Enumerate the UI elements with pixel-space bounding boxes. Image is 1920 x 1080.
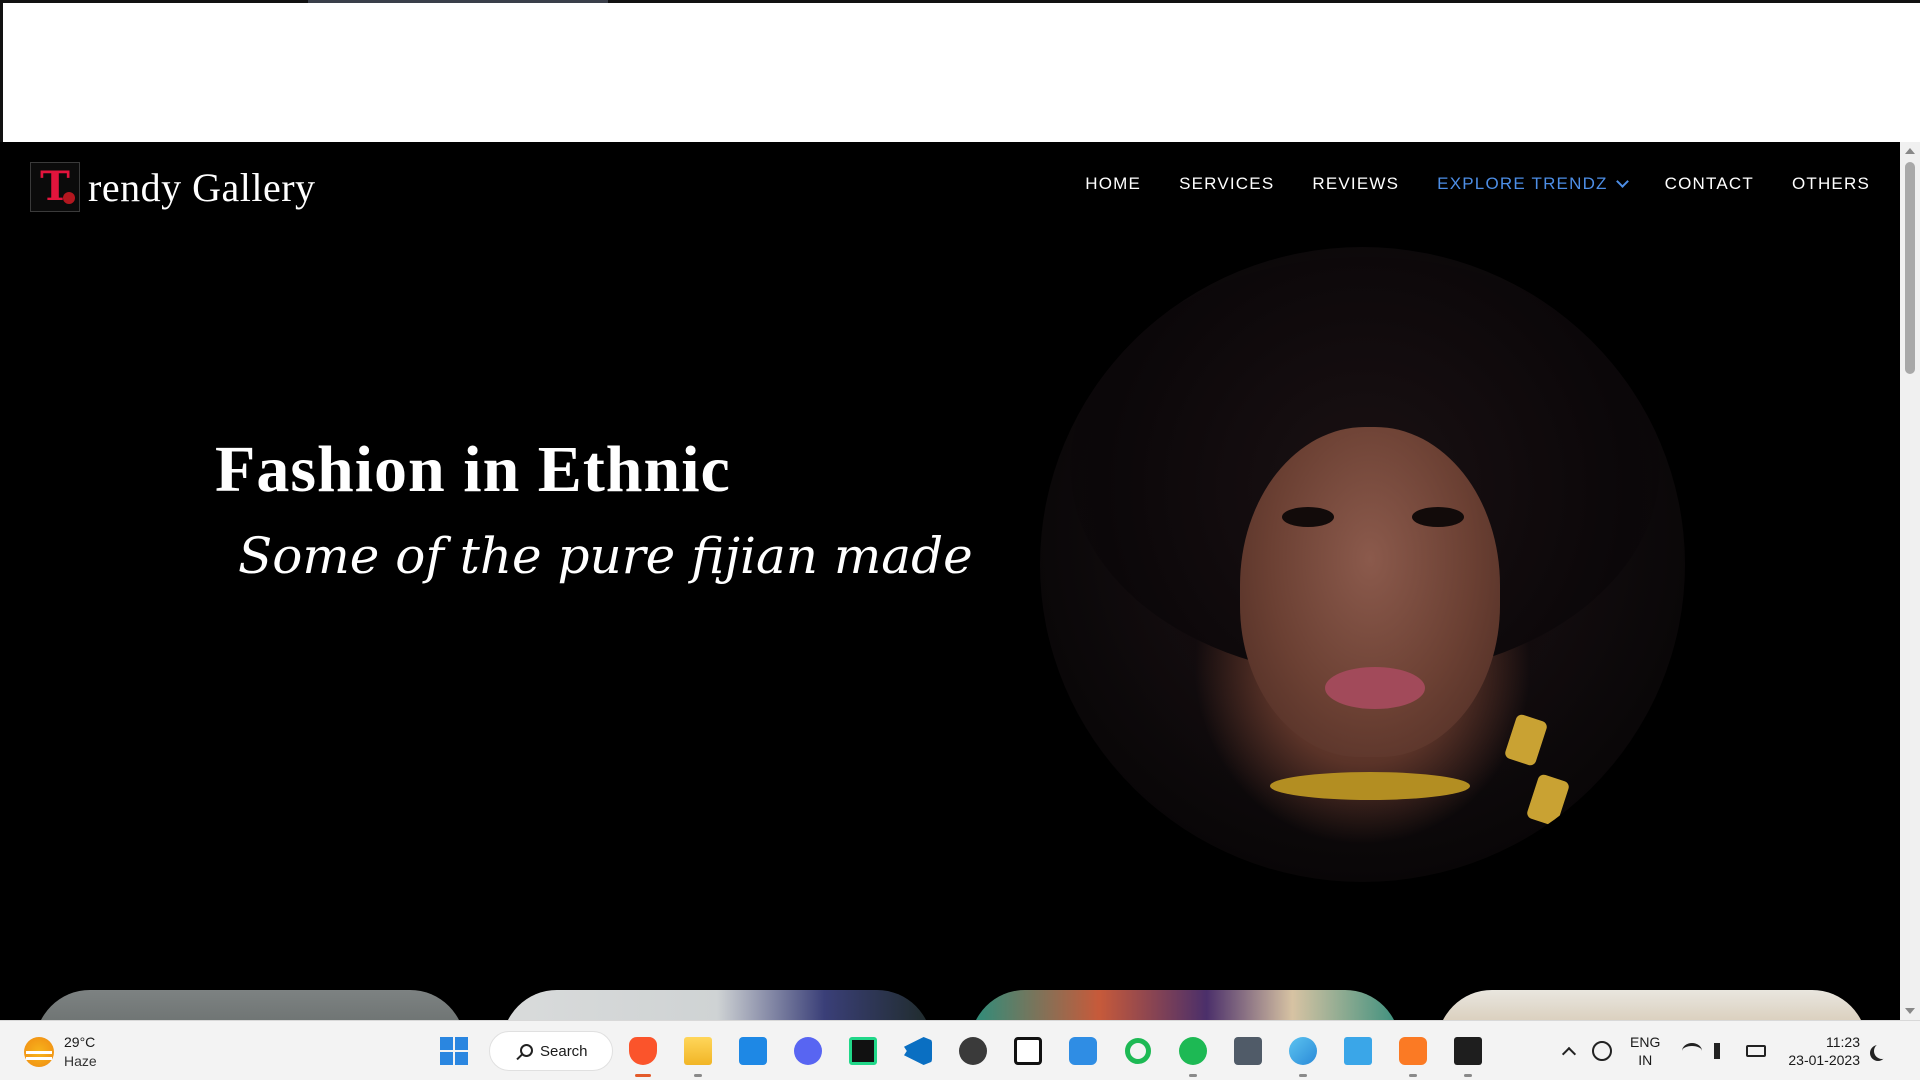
- discord-app[interactable]: [788, 1031, 828, 1071]
- xampp-app[interactable]: [1393, 1031, 1433, 1077]
- portrait-ring: [1503, 713, 1549, 767]
- logo-mark-icon: T: [30, 162, 80, 212]
- main-navigation: HOME SERVICES REVIEWS EXPLORE TRENDZ CON…: [1047, 174, 1870, 194]
- weather-widget[interactable]: 29°C Haze: [24, 1033, 97, 1071]
- nav-explore-trendz-label: EXPLORE TRENDZ: [1437, 174, 1608, 193]
- language-region: IN: [1638, 1052, 1653, 1068]
- terminal-icon: [1454, 1037, 1482, 1065]
- scroll-down-arrow-icon[interactable]: [1905, 1008, 1915, 1014]
- pycharm-icon: [849, 1037, 877, 1065]
- chevron-down-icon: [1615, 175, 1629, 188]
- app-icon: [1069, 1037, 1097, 1065]
- website-viewport: T rendy Gallery HOME SERVICES REVIEWS EX…: [0, 142, 1900, 1020]
- system-tray: ENG IN 11:23 23-01-2023: [1561, 1031, 1890, 1071]
- language-indicator[interactable]: ENG IN: [1630, 1033, 1660, 1069]
- nav-contact[interactable]: CONTACT: [1665, 174, 1754, 194]
- mail-app[interactable]: [733, 1031, 773, 1071]
- haze-weather-icon: [24, 1037, 54, 1067]
- vscode-icon: [904, 1037, 932, 1065]
- brave-browser-app[interactable]: [623, 1031, 663, 1077]
- scroll-up-arrow-icon[interactable]: [1905, 148, 1915, 154]
- wifi-icon[interactable]: [1682, 1043, 1703, 1059]
- nav-reviews[interactable]: REVIEWS: [1312, 174, 1399, 194]
- show-hidden-icons-chevron-icon[interactable]: [1561, 1046, 1577, 1062]
- focus-moon-icon[interactable]: [1874, 1043, 1890, 1059]
- weather-condition: Haze: [64, 1053, 97, 1069]
- portrait-lips: [1325, 667, 1425, 709]
- obs-app[interactable]: [953, 1031, 993, 1071]
- green-ring-app[interactable]: [1118, 1031, 1158, 1071]
- notepad-icon: [1344, 1037, 1372, 1065]
- nav-explore-trendz[interactable]: EXPLORE TRENDZ: [1437, 174, 1629, 194]
- hero-portrait-image: [1040, 247, 1685, 882]
- battery-icon[interactable]: [1746, 1045, 1767, 1057]
- volume-icon[interactable]: [1714, 1043, 1734, 1059]
- spotify-icon: [1179, 1037, 1207, 1065]
- nav-others[interactable]: OTHERS: [1792, 174, 1870, 194]
- logo-dot: [63, 192, 75, 204]
- logo-text: rendy Gallery: [88, 164, 316, 210]
- weather-temperature: 29°C: [64, 1034, 96, 1050]
- paint-icon: [1289, 1037, 1317, 1065]
- spotify-app[interactable]: [1173, 1031, 1213, 1077]
- sync-icon[interactable]: [1592, 1041, 1613, 1061]
- gallery-card-image[interactable]: [502, 990, 932, 1020]
- terminal-app[interactable]: [1448, 1031, 1488, 1077]
- browser-tab-indicator: [308, 0, 608, 3]
- clock[interactable]: 11:23 23-01-2023: [1788, 1033, 1860, 1069]
- taskbar-apps: Search: [434, 1031, 1503, 1077]
- notion-app[interactable]: [1008, 1031, 1048, 1071]
- calculator-icon: [1234, 1037, 1262, 1065]
- windows-taskbar: 29°C Haze Search ENG IN 11:23 23-01-2023: [0, 1020, 1920, 1080]
- portrait-eye-left: [1282, 507, 1334, 527]
- portrait-eye-right: [1412, 507, 1464, 527]
- paint-app[interactable]: [1283, 1031, 1323, 1077]
- calculator-app[interactable]: [1228, 1031, 1268, 1071]
- folder-icon: [684, 1037, 712, 1065]
- hero-subtitle: Some of the pure fijian made: [238, 527, 973, 585]
- file-explorer-app[interactable]: [678, 1031, 718, 1077]
- search-icon: [520, 1044, 533, 1057]
- hero-title: Fashion in Ethnic: [215, 433, 731, 506]
- page-scrollbar[interactable]: [1900, 142, 1920, 1020]
- vscode-app[interactable]: [898, 1031, 938, 1071]
- site-logo[interactable]: T rendy Gallery: [30, 162, 316, 212]
- portrait-ring: [1525, 773, 1571, 827]
- discord-icon: [794, 1037, 822, 1065]
- taskbar-search-button[interactable]: Search: [489, 1031, 613, 1071]
- gallery-card-image[interactable]: [970, 990, 1400, 1020]
- mail-icon: [739, 1037, 767, 1065]
- brave-icon: [629, 1037, 657, 1065]
- taskbar-search-label: Search: [540, 1042, 588, 1060]
- blue-app[interactable]: [1063, 1031, 1103, 1071]
- notion-icon: [1014, 1037, 1042, 1065]
- notepad-app[interactable]: [1338, 1031, 1378, 1071]
- windows-logo-icon: [440, 1037, 468, 1065]
- xampp-icon: [1399, 1037, 1427, 1065]
- nav-services[interactable]: SERVICES: [1179, 174, 1274, 194]
- loading-ring-icon: [1125, 1038, 1151, 1064]
- obs-icon: [959, 1037, 987, 1065]
- gallery-card-image[interactable]: [1437, 990, 1867, 1020]
- nav-home[interactable]: HOME: [1085, 174, 1141, 194]
- gallery-card-image[interactable]: [35, 990, 465, 1020]
- clock-date: 23-01-2023: [1788, 1052, 1860, 1068]
- language-code: ENG: [1630, 1034, 1661, 1050]
- browser-blank-area: [0, 0, 1920, 142]
- start-button[interactable]: [434, 1031, 474, 1071]
- portrait-choker: [1270, 772, 1470, 800]
- scrollbar-thumb[interactable]: [1905, 162, 1915, 374]
- pycharm-app[interactable]: [843, 1031, 883, 1071]
- clock-time: 11:23: [1826, 1034, 1860, 1050]
